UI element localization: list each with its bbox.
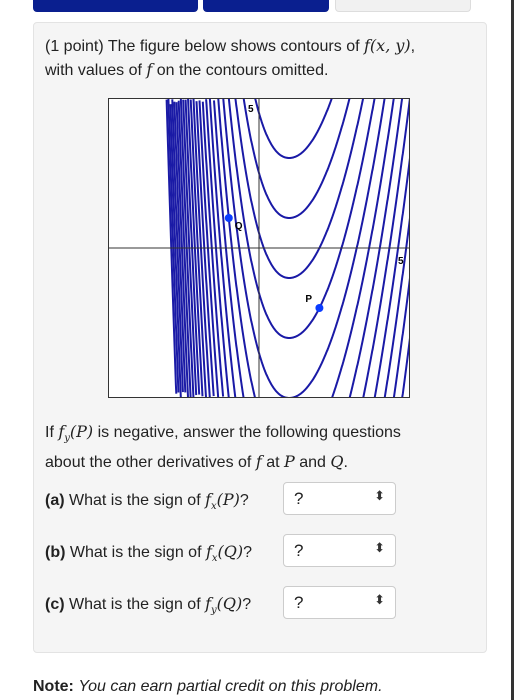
note: Note: You can earn partial credit on thi… (33, 677, 383, 697)
note-text: You can earn partial credit on this prob… (78, 678, 383, 695)
intro-text-2: with values of (45, 62, 142, 79)
question-text: What is the sign of (69, 544, 202, 561)
sign-select-c[interactable]: ? ⬍ (283, 586, 396, 619)
chevron-updown-icon: ⬍ (374, 540, 385, 555)
y-tick-label: 5 (248, 104, 254, 115)
cond-dot: . (343, 454, 348, 472)
question-label: (c) (45, 596, 65, 613)
point-p (315, 304, 324, 312)
question-mark: ? (243, 544, 253, 561)
cond-if: If (45, 424, 54, 441)
question-a: (a) What is the sign of fx(P)? (45, 490, 249, 512)
x-tick-label: 5 (398, 256, 404, 267)
function-label: f(x, y) (364, 36, 411, 55)
question-mark: ? (239, 492, 249, 509)
question-text: What is the sign of (69, 596, 201, 613)
point-label-q: Q (235, 221, 243, 232)
chevron-updown-icon: ⬍ (374, 488, 385, 503)
intro-text-3: on the contours omitted. (156, 62, 329, 79)
nav-button-1[interactable] (33, 0, 198, 12)
question-mark: ? (242, 596, 252, 613)
cond-line2: about the other derivatives of (45, 454, 252, 472)
note-label: Note: (33, 678, 74, 695)
point-label-p: P (305, 294, 312, 305)
question-label: (a) (45, 492, 65, 509)
select-value: ? (294, 489, 304, 508)
sign-select-a[interactable]: ? ⬍ (283, 482, 396, 515)
cond-at: at (266, 454, 280, 472)
Q-symbol: Q (330, 452, 344, 472)
nav-button-2[interactable] (203, 0, 329, 12)
f-symbol-2: f (255, 452, 262, 472)
intro-text: (1 point) The figure below shows contour… (45, 38, 360, 55)
contour-plot: 5 5 Q P (108, 98, 410, 398)
nav-button-3[interactable] (335, 0, 471, 12)
P-symbol: P (283, 452, 295, 472)
deriv-arg: (Q) (216, 594, 243, 613)
question-c: (c) What is the sign of fy(Q)? (45, 594, 251, 616)
f-symbol: f (146, 60, 153, 79)
condition-text: If fy(P) is negative, answer the followi… (45, 420, 401, 474)
question-label: (b) (45, 544, 66, 561)
cond-rest: is negative, answer the following questi… (97, 424, 401, 441)
question-text: What is the sign of (69, 492, 201, 509)
contour-line (234, 98, 365, 279)
sign-select-b[interactable]: ? ⬍ (283, 534, 396, 567)
scrollbar[interactable] (511, 0, 514, 700)
contour-line (254, 98, 333, 159)
select-value: ? (294, 593, 304, 612)
fy-arg: (P) (69, 422, 94, 441)
question-b: (b) What is the sign of fx(Q)? (45, 542, 252, 564)
point-q (224, 214, 233, 222)
deriv-arg: (Q) (217, 542, 244, 561)
cond-and: and (299, 454, 326, 472)
problem-intro: (1 point) The figure below shows contour… (45, 36, 416, 79)
deriv-arg: (P) (216, 490, 240, 509)
chevron-updown-icon: ⬍ (374, 592, 385, 607)
select-value: ? (294, 541, 304, 560)
